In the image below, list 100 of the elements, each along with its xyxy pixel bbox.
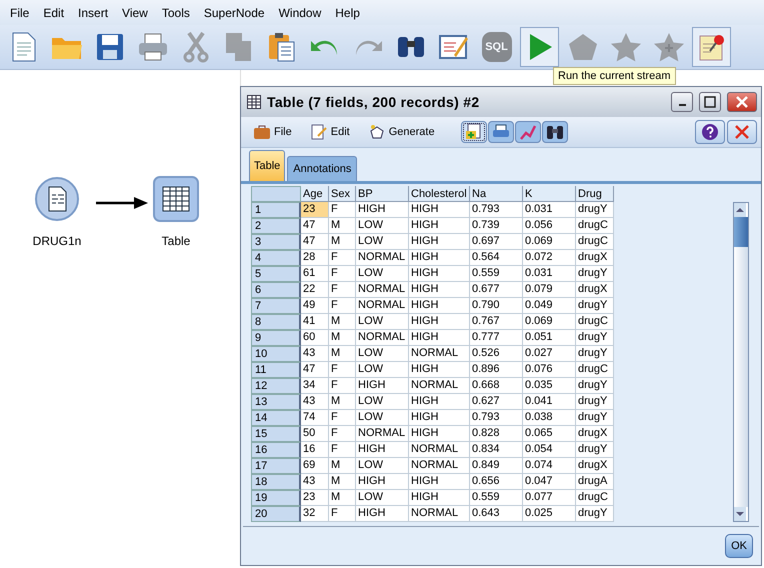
table-cell: M	[329, 346, 356, 362]
row-number[interactable]: 6	[251, 282, 301, 298]
table-cell: NORMAL	[409, 378, 470, 394]
column-header[interactable]: Sex	[329, 186, 356, 202]
maximize-button[interactable]	[699, 92, 721, 112]
toolbar-button[interactable]	[542, 120, 568, 143]
ok-button[interactable]: OK	[725, 534, 753, 558]
table-cell: 0.656	[470, 474, 523, 490]
table-cell: 0.739	[470, 218, 523, 234]
minimize-button[interactable]	[671, 92, 693, 112]
row-number[interactable]: 17	[251, 458, 301, 474]
scroll-thumb[interactable]	[734, 217, 748, 248]
row-number[interactable]: 9	[251, 330, 301, 346]
row-number[interactable]: 11	[251, 362, 301, 378]
row-number[interactable]: 7	[251, 298, 301, 314]
table-cell: 0.697	[470, 234, 523, 250]
toolbar-button[interactable]	[460, 120, 487, 143]
table-cell: HIGH	[409, 282, 470, 298]
table-cell: 47	[301, 218, 329, 234]
column-header[interactable]: Drug	[576, 186, 614, 202]
scissors-icon	[180, 31, 210, 63]
table-cell: 60	[301, 330, 329, 346]
menu-button[interactable]: Edit	[306, 124, 354, 140]
row-number[interactable]: 18	[251, 474, 301, 490]
close-button[interactable]	[727, 120, 757, 144]
table-cell: 28	[301, 250, 329, 266]
row-number[interactable]: 19	[251, 490, 301, 506]
tab[interactable]: Annotations	[287, 156, 358, 182]
table-cell: HIGH	[409, 314, 470, 330]
column-header[interactable]: Cholesterol	[409, 186, 470, 202]
table-cell: drugC	[576, 234, 614, 250]
table-cell: 0.777	[470, 330, 523, 346]
table-cell: HIGH	[356, 202, 409, 218]
row-number[interactable]: 13	[251, 394, 301, 410]
table-cell: HIGH	[409, 298, 470, 314]
scroll-down-icon[interactable]	[734, 507, 746, 522]
row-number[interactable]: 20	[251, 506, 301, 522]
column-header[interactable]: Age	[301, 186, 329, 202]
row-number[interactable]: 5	[251, 266, 301, 282]
row-number[interactable]: 8	[251, 314, 301, 330]
table-cell: 0.049	[523, 298, 576, 314]
table-cell: 0.054	[523, 442, 576, 458]
row-number[interactable]: 4	[251, 250, 301, 266]
table-cell: drugY	[576, 378, 614, 394]
menu-item[interactable]: View	[118, 6, 158, 20]
table-cell: HIGH	[356, 506, 409, 522]
column-header[interactable]: K	[523, 186, 576, 202]
tab[interactable]: Table	[249, 150, 286, 182]
table-cell: 41	[301, 314, 329, 330]
table-cell: 0.767	[470, 314, 523, 330]
help-button[interactable]	[695, 120, 725, 144]
menu-button[interactable]: File	[249, 124, 296, 140]
column-header[interactable]: Na	[470, 186, 523, 202]
table-cell: 0.031	[523, 202, 576, 218]
table-cell: 0.643	[470, 506, 523, 522]
menu-item[interactable]: Edit	[39, 6, 74, 20]
menu-item[interactable]: SuperNode	[200, 6, 275, 20]
menu-item[interactable]: File	[6, 6, 40, 20]
stream-node[interactable]: Table	[136, 176, 216, 248]
stream-node[interactable]: DRUG1n	[17, 176, 97, 248]
help-icon	[701, 122, 719, 141]
table-cell: 0.047	[523, 474, 576, 490]
row-number[interactable]: 12	[251, 378, 301, 394]
table-cell: 0.079	[523, 282, 576, 298]
maximize-icon	[704, 96, 716, 108]
table-cell: 0.069	[523, 234, 576, 250]
table-cell: 61	[301, 266, 329, 282]
toolbar-button[interactable]	[488, 120, 514, 143]
row-number[interactable]: 2	[251, 218, 301, 234]
table-cell: 0.038	[523, 410, 576, 426]
table-cell: LOW	[356, 234, 409, 250]
row-number[interactable]: 16	[251, 442, 301, 458]
menu-item[interactable]: Window	[274, 6, 332, 20]
table-icon	[247, 94, 261, 109]
menu-item[interactable]: Insert	[74, 6, 118, 20]
menu-button[interactable]: Generate	[364, 124, 439, 140]
star-icon	[610, 32, 642, 62]
table-cell: M	[329, 330, 356, 346]
table-cell: HIGH	[409, 394, 470, 410]
close-icon	[736, 96, 748, 108]
table-cell: 0.035	[523, 378, 576, 394]
row-number[interactable]: 1	[251, 202, 301, 218]
menu-item[interactable]: Tools	[158, 6, 200, 20]
table-cell: LOW	[356, 346, 409, 362]
table-cell: 43	[301, 346, 329, 362]
row-number[interactable]: 10	[251, 346, 301, 362]
briefcase-icon	[253, 124, 271, 140]
column-header[interactable]: BP	[356, 186, 409, 202]
row-number[interactable]: 15	[251, 426, 301, 442]
edit-icon	[310, 124, 328, 140]
table-cell: 0.790	[470, 298, 523, 314]
scroll-up-icon[interactable]	[734, 203, 746, 218]
close-button[interactable]	[727, 92, 757, 112]
table-cell: drugY	[576, 298, 614, 314]
row-number[interactable]: 14	[251, 410, 301, 426]
table-cell: 0.559	[470, 490, 523, 506]
table-cell: drugC	[576, 490, 614, 506]
menu-item[interactable]: Help	[331, 6, 370, 20]
vertical-scrollbar[interactable]	[733, 202, 749, 522]
row-number[interactable]: 3	[251, 234, 301, 250]
